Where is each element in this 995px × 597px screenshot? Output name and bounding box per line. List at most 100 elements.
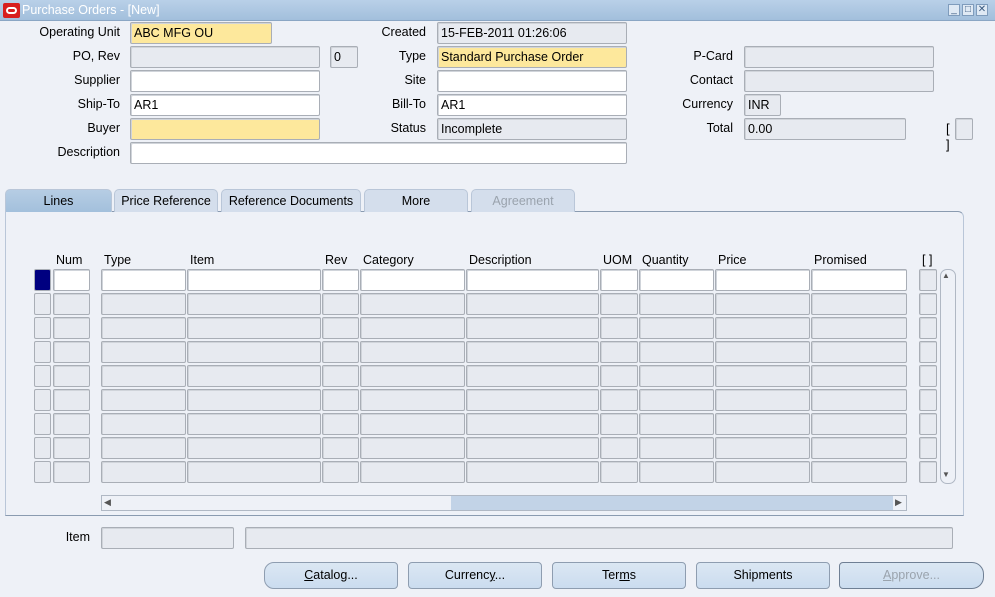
record-indicator[interactable] bbox=[34, 437, 51, 459]
line-cell-category[interactable] bbox=[360, 341, 465, 363]
line-cell-category[interactable] bbox=[360, 413, 465, 435]
line-cell-promised[interactable] bbox=[811, 437, 907, 459]
line-cell-quantity[interactable] bbox=[639, 365, 714, 387]
shipments-button[interactable]: Shipments bbox=[696, 562, 830, 589]
site-field[interactable] bbox=[437, 70, 627, 92]
line-cell-flexfield[interactable] bbox=[919, 437, 937, 459]
line-cell-description[interactable] bbox=[466, 317, 599, 339]
line-cell-quantity[interactable] bbox=[639, 461, 714, 483]
flexfield-button[interactable] bbox=[955, 118, 973, 140]
line-cell-rev[interactable] bbox=[322, 413, 359, 435]
line-cell-rev[interactable] bbox=[322, 269, 359, 291]
line-cell-description[interactable] bbox=[466, 461, 599, 483]
line-cell-flexfield[interactable] bbox=[919, 293, 937, 315]
line-cell-price[interactable] bbox=[715, 413, 810, 435]
horizontal-scroll-thumb[interactable] bbox=[451, 496, 893, 510]
line-cell-flexfield[interactable] bbox=[919, 461, 937, 483]
line-cell-item[interactable] bbox=[187, 461, 321, 483]
line-cell-quantity[interactable] bbox=[639, 317, 714, 339]
line-cell-price[interactable] bbox=[715, 317, 810, 339]
line-cell-quantity[interactable] bbox=[639, 437, 714, 459]
line-cell-quantity[interactable] bbox=[639, 293, 714, 315]
maximize-icon[interactable]: □ bbox=[962, 4, 974, 16]
line-cell-price[interactable] bbox=[715, 293, 810, 315]
line-cell-description[interactable] bbox=[466, 293, 599, 315]
line-cell-category[interactable] bbox=[360, 365, 465, 387]
line-cell-item[interactable] bbox=[187, 269, 321, 291]
line-cell-num[interactable] bbox=[53, 269, 90, 291]
bill-to-field[interactable]: AR1 bbox=[437, 94, 627, 116]
line-cell-description[interactable] bbox=[466, 269, 599, 291]
line-cell-uom[interactable] bbox=[600, 341, 638, 363]
line-cell-type[interactable] bbox=[101, 317, 186, 339]
line-cell-description[interactable] bbox=[466, 437, 599, 459]
ship-to-field[interactable]: AR1 bbox=[130, 94, 320, 116]
operating-unit-field[interactable]: ABC MFG OU bbox=[130, 22, 272, 44]
line-cell-item[interactable] bbox=[187, 293, 321, 315]
pcard-field[interactable] bbox=[744, 46, 934, 68]
record-indicator[interactable] bbox=[34, 269, 51, 291]
line-cell-price[interactable] bbox=[715, 365, 810, 387]
line-cell-type[interactable] bbox=[101, 269, 186, 291]
line-cell-price[interactable] bbox=[715, 437, 810, 459]
line-cell-category[interactable] bbox=[360, 437, 465, 459]
tab-price-reference[interactable]: Price Reference bbox=[114, 189, 218, 212]
line-cell-category[interactable] bbox=[360, 293, 465, 315]
line-cell-rev[interactable] bbox=[322, 389, 359, 411]
line-cell-rev[interactable] bbox=[322, 437, 359, 459]
line-cell-quantity[interactable] bbox=[639, 341, 714, 363]
line-cell-rev[interactable] bbox=[322, 341, 359, 363]
line-cell-type[interactable] bbox=[101, 461, 186, 483]
line-cell-promised[interactable] bbox=[811, 293, 907, 315]
line-cell-item[interactable] bbox=[187, 365, 321, 387]
record-indicator[interactable] bbox=[34, 365, 51, 387]
line-cell-type[interactable] bbox=[101, 437, 186, 459]
scroll-right-icon[interactable]: ▶ bbox=[895, 497, 902, 508]
line-cell-flexfield[interactable] bbox=[919, 413, 937, 435]
currency-field[interactable]: INR bbox=[744, 94, 781, 116]
line-cell-flexfield[interactable] bbox=[919, 389, 937, 411]
record-indicator[interactable] bbox=[34, 389, 51, 411]
record-indicator[interactable] bbox=[34, 461, 51, 483]
line-cell-uom[interactable] bbox=[600, 437, 638, 459]
line-cell-promised[interactable] bbox=[811, 461, 907, 483]
currency-button[interactable]: Currency... bbox=[408, 562, 542, 589]
supplier-field[interactable] bbox=[130, 70, 320, 92]
line-cell-item[interactable] bbox=[187, 413, 321, 435]
line-cell-num[interactable] bbox=[53, 317, 90, 339]
line-cell-description[interactable] bbox=[466, 365, 599, 387]
po-number-field[interactable] bbox=[130, 46, 320, 68]
line-cell-promised[interactable] bbox=[811, 413, 907, 435]
line-cell-type[interactable] bbox=[101, 365, 186, 387]
tab-more[interactable]: More bbox=[364, 189, 468, 212]
description-field[interactable] bbox=[130, 142, 627, 164]
buyer-field[interactable] bbox=[130, 118, 320, 140]
contact-field[interactable] bbox=[744, 70, 934, 92]
line-cell-quantity[interactable] bbox=[639, 269, 714, 291]
line-cell-rev[interactable] bbox=[322, 317, 359, 339]
line-cell-item[interactable] bbox=[187, 389, 321, 411]
line-cell-uom[interactable] bbox=[600, 413, 638, 435]
line-cell-item[interactable] bbox=[187, 341, 321, 363]
line-cell-uom[interactable] bbox=[600, 317, 638, 339]
line-cell-quantity[interactable] bbox=[639, 389, 714, 411]
line-cell-uom[interactable] bbox=[600, 365, 638, 387]
line-cell-rev[interactable] bbox=[322, 461, 359, 483]
line-cell-category[interactable] bbox=[360, 461, 465, 483]
line-cell-promised[interactable] bbox=[811, 389, 907, 411]
line-cell-promised[interactable] bbox=[811, 269, 907, 291]
status-field[interactable]: Incomplete bbox=[437, 118, 627, 140]
total-field[interactable]: 0.00 bbox=[744, 118, 906, 140]
item-description-field[interactable] bbox=[245, 527, 953, 549]
line-cell-num[interactable] bbox=[53, 413, 90, 435]
record-indicator[interactable] bbox=[34, 413, 51, 435]
catalog-button[interactable]: Catalog... bbox=[264, 562, 398, 589]
line-cell-num[interactable] bbox=[53, 365, 90, 387]
line-cell-uom[interactable] bbox=[600, 293, 638, 315]
line-cell-flexfield[interactable] bbox=[919, 365, 937, 387]
record-indicator[interactable] bbox=[34, 341, 51, 363]
line-cell-num[interactable] bbox=[53, 437, 90, 459]
line-cell-num[interactable] bbox=[53, 389, 90, 411]
line-cell-category[interactable] bbox=[360, 389, 465, 411]
line-cell-description[interactable] bbox=[466, 389, 599, 411]
